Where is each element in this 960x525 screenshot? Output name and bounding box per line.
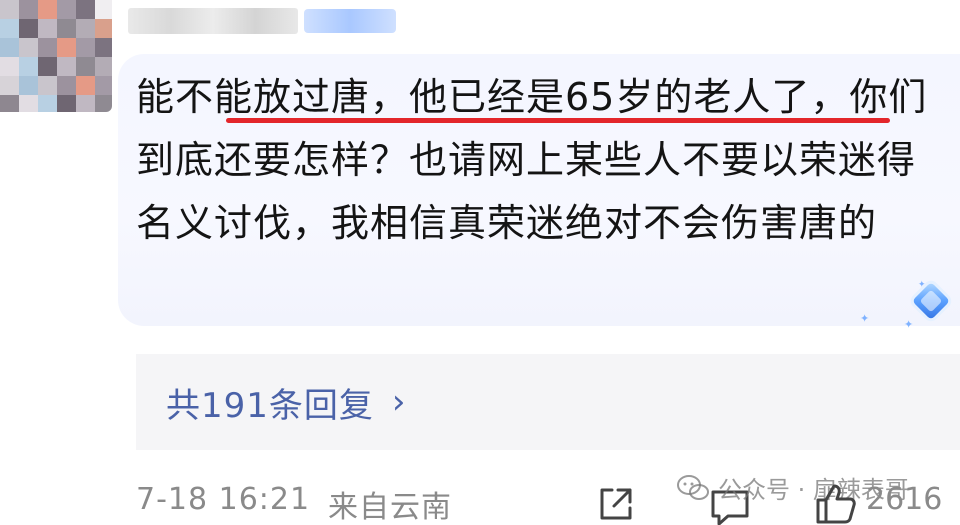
avatar-pixel [95, 19, 112, 38]
user-avatar[interactable] [0, 0, 112, 112]
avatar-pixel [19, 0, 38, 19]
replies-count-label[interactable]: 共191条回复 [166, 378, 374, 427]
avatar-pixel [0, 0, 19, 19]
username-blurred[interactable] [128, 8, 298, 34]
avatar-pixel [95, 0, 112, 19]
vip-badge [304, 9, 396, 33]
avatar-pixel [76, 57, 95, 76]
avatar-pixel [76, 19, 95, 38]
sparkle-icon: ✦ [918, 280, 926, 290]
avatar-pixel [19, 19, 38, 38]
chevron-right-icon[interactable]: › [392, 382, 406, 422]
avatar-pixel [0, 57, 19, 76]
avatar-pixel [19, 57, 38, 76]
avatar-pixel [38, 76, 57, 95]
comment-timestamp: 7-18 16:21 [136, 482, 311, 517]
avatar-pixel [95, 57, 112, 76]
avatar-pixel [57, 57, 76, 76]
avatar-pixel [95, 76, 112, 95]
avatar-pixel [38, 57, 57, 76]
highlight-underline [226, 118, 890, 123]
avatar-pixel [38, 95, 57, 112]
avatar-pixel [76, 38, 95, 57]
share-icon[interactable] [596, 484, 636, 524]
avatar-pixel [19, 76, 38, 95]
avatar-pixel [38, 0, 57, 19]
like-count: 2616 [866, 482, 943, 517]
avatar-pixel [0, 19, 19, 38]
avatar-pixel [19, 95, 38, 112]
thumbs-up-icon[interactable] [814, 482, 858, 525]
avatar-pixel [0, 38, 19, 57]
comment-text: 能不能放过唐，他已经是65岁的老人了，你们到底还要怎样？也请网上某些人不要以荣迷… [136, 75, 928, 245]
avatar-pixel [57, 19, 76, 38]
avatar-pixel [38, 19, 57, 38]
avatar-pixel [57, 38, 76, 57]
avatar-pixel [76, 95, 95, 112]
avatar-pixel [57, 76, 76, 95]
avatar-pixel [0, 76, 19, 95]
avatar-pixel [76, 0, 95, 19]
avatar-pixel [38, 38, 57, 57]
avatar-pixel [19, 38, 38, 57]
comment-location: 来自云南 [328, 490, 452, 525]
wechat-icon [677, 474, 709, 500]
sparkle-icon: ✦ [860, 312, 870, 325]
avatar-pixel [57, 95, 76, 112]
sparkle-icon: ✦ [904, 318, 914, 331]
comment-footer: 7-18 16:21 来自云南 公众号 · 扉辣表哥 2616 [136, 474, 960, 525]
avatar-pixel [76, 76, 95, 95]
avatar-pixel [95, 38, 112, 57]
avatar-pixel [95, 95, 112, 112]
avatar-pixel [57, 0, 76, 19]
username-row[interactable] [128, 0, 396, 42]
avatar-pixel [0, 95, 19, 112]
view-replies-button[interactable]: 共191条回复 › [136, 354, 960, 450]
